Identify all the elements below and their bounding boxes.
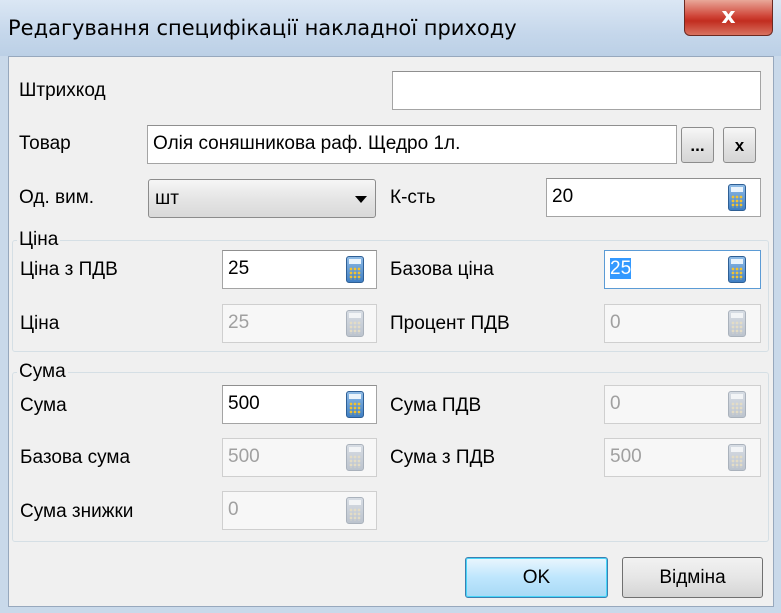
vat-sum-label: Сума ПДВ (390, 395, 482, 416)
discount-sum-label: Сума знижки (20, 501, 134, 522)
calculator-icon (728, 444, 746, 471)
calculator-icon (728, 310, 746, 337)
sum-label: Сума (20, 395, 67, 416)
price-label: Ціна (20, 313, 60, 334)
ok-button[interactable]: OK (465, 557, 608, 598)
calculator-icon[interactable] (728, 256, 746, 283)
sum-group-title: Сума (17, 361, 68, 383)
product-label: Товар (19, 133, 71, 154)
calculator-icon[interactable] (728, 184, 746, 211)
unit-select-value: шт (155, 188, 179, 209)
price-group-title: Ціна (17, 229, 61, 251)
unit-select[interactable]: шт (148, 179, 376, 218)
calculator-icon (346, 497, 364, 524)
base-price-value: 25 (610, 258, 632, 279)
calculator-icon (728, 391, 746, 418)
calculator-icon (346, 444, 364, 471)
base-sum-label: Базова сума (20, 447, 131, 468)
window-title: Редагування специфікації накладної прихо… (8, 16, 517, 40)
vat-percent-label: Процент ПДВ (390, 313, 510, 334)
product-input[interactable]: Олія соняшникова раф. Щедро 1л. (147, 125, 677, 164)
barcode-input[interactable] (392, 71, 761, 110)
chevron-down-icon (355, 196, 367, 203)
browse-product-button[interactable]: ... (681, 127, 714, 163)
base-price-label: Базова ціна (390, 259, 494, 280)
calculator-icon[interactable] (346, 256, 364, 283)
sum-with-vat-label: Сума з ПДВ (390, 447, 496, 468)
close-button[interactable]: x (684, 0, 773, 36)
calculator-icon[interactable] (346, 391, 364, 418)
clear-product-button[interactable]: x (723, 127, 756, 163)
barcode-label: Штрихкод (19, 80, 106, 101)
unit-label: Од. вим. (19, 187, 95, 208)
price-with-vat-label: Ціна з ПДВ (20, 259, 118, 280)
title-bar[interactable]: Редагування специфікації накладної прихо… (0, 0, 781, 56)
calculator-icon (346, 310, 364, 337)
quantity-label: К-сть (390, 187, 436, 208)
cancel-button[interactable]: Відміна (622, 557, 763, 598)
